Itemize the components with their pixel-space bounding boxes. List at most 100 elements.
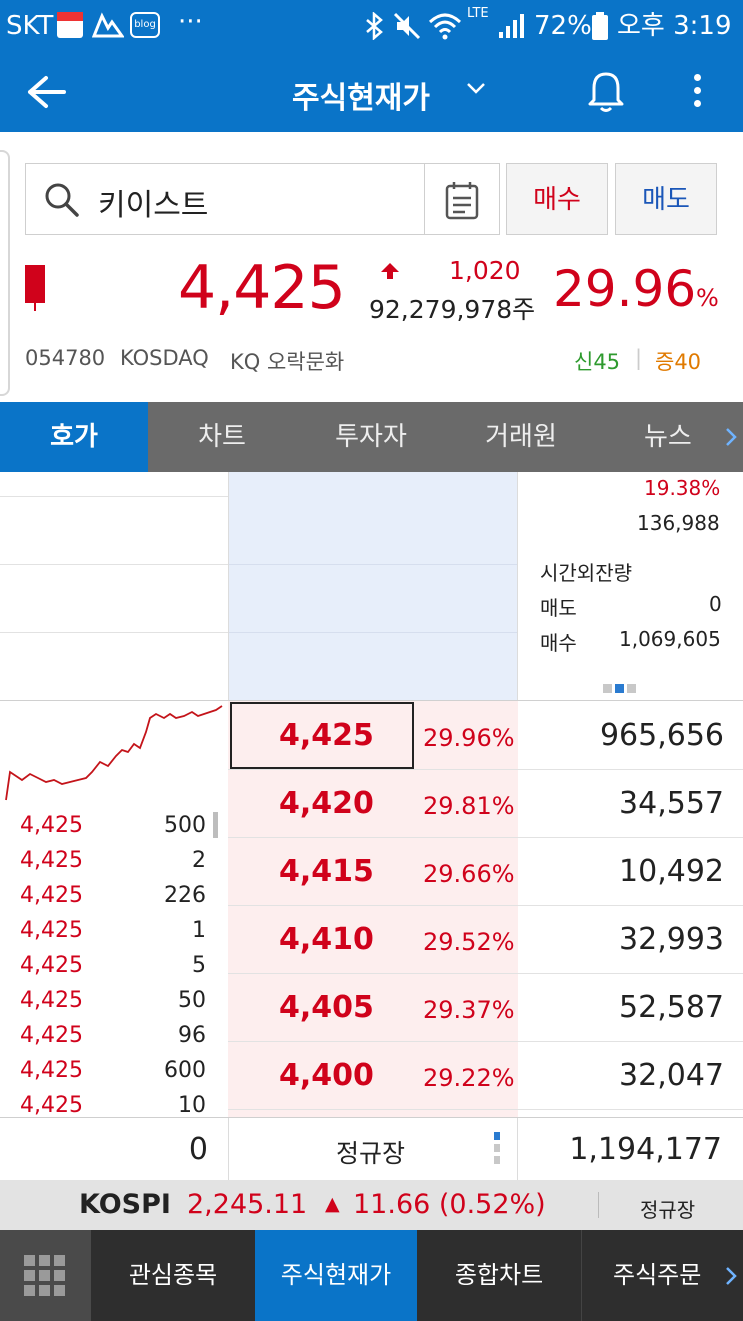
chevron-right-icon[interactable] bbox=[724, 427, 738, 447]
search-input-value[interactable]: 키이스트 bbox=[98, 180, 208, 224]
image-upload-icon bbox=[92, 12, 124, 38]
trade-row: 4,425 600 bbox=[20, 1058, 206, 1083]
arrow-left-icon[interactable] bbox=[26, 74, 66, 110]
battery-percent: 72% bbox=[534, 11, 592, 41]
session-label[interactable]: 정규장 bbox=[336, 1134, 405, 1170]
page-title[interactable]: 주식현재가 bbox=[292, 73, 430, 117]
bid-price: 4,400 bbox=[279, 1058, 374, 1093]
after-hours-sell-label: 매도 bbox=[540, 596, 577, 620]
trade-row: 4,425 226 bbox=[20, 883, 206, 908]
nav-current-price[interactable]: 주식현재가 bbox=[255, 1230, 417, 1321]
bid-price: 4,405 bbox=[279, 990, 374, 1025]
blog-icon: blog bbox=[130, 12, 160, 38]
bid-pct: 29.52% bbox=[423, 928, 515, 956]
chevron-down-icon[interactable] bbox=[466, 82, 486, 96]
divider bbox=[0, 564, 228, 565]
after-hours-buy-value: 1,069,605 bbox=[619, 627, 721, 651]
grid-menu-icon bbox=[24, 1255, 65, 1296]
calendar-button[interactable] bbox=[425, 163, 500, 235]
divider bbox=[228, 564, 518, 565]
right-top-value: 136,988 bbox=[637, 511, 720, 535]
overflow-indicator: ··· bbox=[178, 7, 203, 37]
bell-icon[interactable] bbox=[586, 70, 626, 114]
trade-list: 4,425 500 4,425 2 4,425 226 4,425 1 4,425 5 4… bbox=[0, 808, 228, 1118]
bottom-nav: 관심종목 주식현재가 종합차트 주식주문 bbox=[0, 1230, 743, 1321]
tab-news[interactable]: 뉴스 bbox=[596, 402, 743, 472]
nav-watchlist[interactable]: 관심종목 bbox=[91, 1230, 255, 1321]
tab-broker[interactable]: 거래원 bbox=[446, 402, 596, 472]
trade-row: 4,425 1 bbox=[20, 918, 206, 943]
candle-icon bbox=[25, 265, 45, 311]
bluetooth-icon bbox=[366, 12, 383, 40]
divider bbox=[228, 1109, 743, 1110]
index-ticker[interactable]: KOSPI 2,245.11 ▲ 11.66 (0.52%) 정규장 bbox=[0, 1180, 743, 1230]
divider bbox=[228, 769, 743, 770]
search-icon bbox=[45, 183, 79, 217]
bid-qty: 52,587 bbox=[619, 990, 724, 1025]
bid-price: 4,415 bbox=[279, 854, 374, 889]
bid-qty: 32,993 bbox=[619, 922, 724, 957]
bid-price: 4,425 bbox=[279, 718, 374, 753]
after-hours-buy-label: 매수 bbox=[540, 631, 577, 655]
index-session: 정규장 bbox=[640, 1198, 696, 1222]
session-menu-icon[interactable] bbox=[494, 1132, 500, 1168]
buy-button[interactable]: 매수 bbox=[506, 163, 608, 235]
divider bbox=[228, 905, 743, 906]
tab-investor[interactable]: 투자자 bbox=[296, 402, 446, 472]
trade-row: 4,425 2 bbox=[20, 848, 206, 873]
bid-price: 4,410 bbox=[279, 922, 374, 957]
intraday-chart bbox=[5, 705, 223, 801]
screen: SKT blog ··· LTE 72% 오후 3:19 주식현재가 키이스트 … bbox=[0, 0, 743, 1321]
divider bbox=[228, 837, 743, 838]
nav-chart[interactable]: 종합차트 bbox=[417, 1230, 581, 1321]
grid-menu-button[interactable] bbox=[0, 1230, 91, 1321]
tab-chart[interactable]: 차트 bbox=[148, 402, 296, 472]
current-price: 4,425 bbox=[178, 253, 346, 323]
carrier-label: SKT bbox=[6, 11, 54, 41]
nav-order[interactable]: 주식주문 bbox=[582, 1230, 743, 1321]
more-vertical-icon[interactable] bbox=[690, 74, 704, 114]
divider bbox=[228, 632, 518, 633]
bid-price: 4,420 bbox=[279, 786, 374, 821]
bid-pct: 29.22% bbox=[423, 1064, 515, 1092]
new-high-badge: 신45 bbox=[574, 350, 621, 374]
bid-pct: 29.66% bbox=[423, 860, 515, 888]
total-bid-qty: 1,194,177 bbox=[569, 1132, 722, 1167]
index-name: KOSPI bbox=[79, 1189, 171, 1220]
divider bbox=[598, 1192, 599, 1218]
up-arrow-icon bbox=[381, 263, 399, 279]
divider bbox=[0, 496, 228, 497]
bid-pct: 29.81% bbox=[423, 792, 515, 820]
sell-button[interactable]: 매도 bbox=[615, 163, 717, 235]
bid-qty: 32,047 bbox=[619, 1058, 724, 1093]
trade-row: 4,425 10 bbox=[20, 1093, 206, 1118]
total-ask-qty: 0 bbox=[188, 1132, 208, 1167]
price-change: 1,020 bbox=[449, 256, 521, 285]
mute-icon bbox=[393, 12, 421, 40]
trade-row: 4,425 5 bbox=[20, 953, 206, 978]
chevron-right-icon[interactable] bbox=[724, 1266, 738, 1286]
index-change: 11.66 (0.52%) bbox=[353, 1189, 546, 1220]
tab-bar: 호가 차트 투자자 거래원 뉴스 bbox=[0, 402, 743, 472]
side-handle[interactable] bbox=[0, 150, 10, 396]
trade-row: 4,425 50 bbox=[20, 988, 206, 1013]
bid-qty: 10,492 bbox=[619, 854, 724, 889]
bid-qty: 34,557 bbox=[619, 786, 724, 821]
app-bar: 주식현재가 bbox=[0, 52, 743, 132]
wifi-icon bbox=[428, 13, 462, 40]
trade-list-scrollbar[interactable] bbox=[213, 812, 218, 838]
trade-row: 4,425 96 bbox=[20, 1023, 206, 1048]
bid-qty: 965,656 bbox=[599, 718, 724, 753]
after-hours-sell-value: 0 bbox=[709, 592, 722, 616]
trade-row: 4,425 500 bbox=[20, 813, 206, 838]
status-bar: SKT blog ··· LTE 72% 오후 3:19 bbox=[0, 0, 743, 52]
battery-icon bbox=[592, 12, 608, 40]
order-book-totals: 0 정규장 1,194,177 bbox=[0, 1117, 743, 1180]
bid-pct: 29.37% bbox=[423, 996, 515, 1024]
market-name: KOSDAQ bbox=[120, 346, 209, 370]
signal-icon bbox=[499, 14, 524, 38]
calendar-icon bbox=[445, 182, 479, 220]
stock-search-field[interactable]: 키이스트 bbox=[25, 163, 425, 235]
trade-volume: 92,279,978주 bbox=[369, 295, 536, 324]
tab-hoga[interactable]: 호가 bbox=[0, 402, 148, 472]
